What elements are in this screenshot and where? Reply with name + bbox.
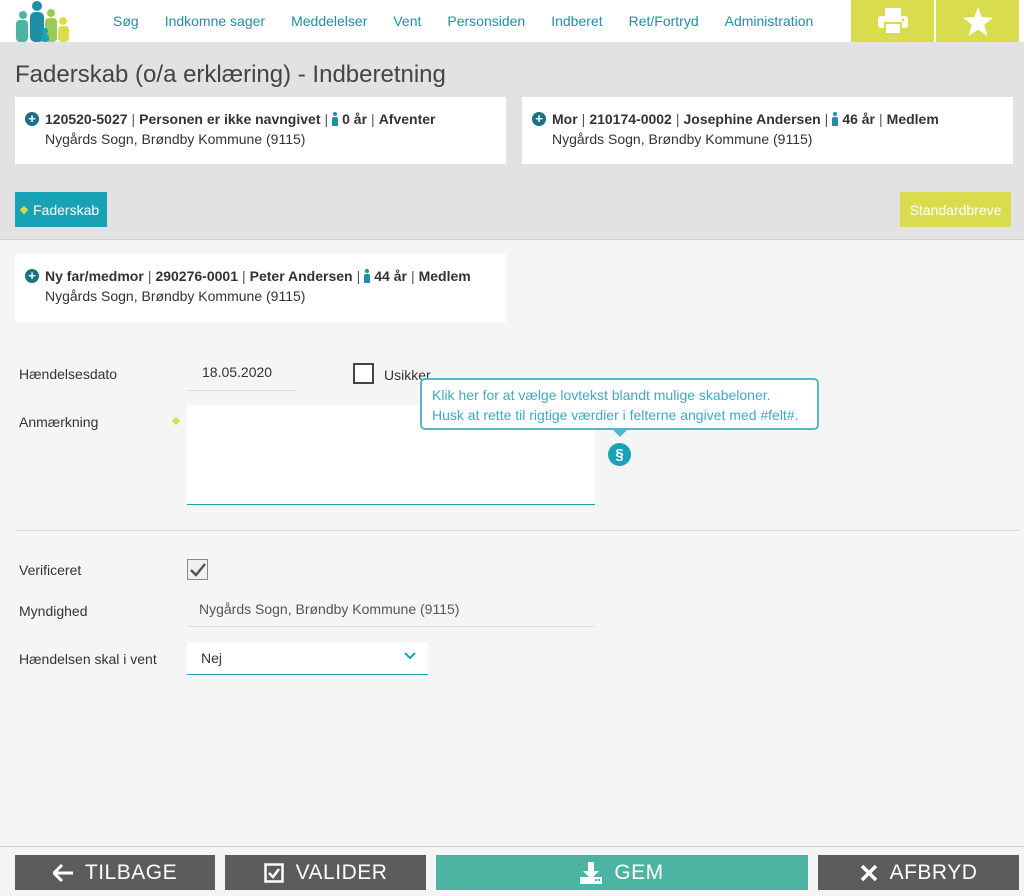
- father-role: Ny far/medmor: [45, 268, 144, 284]
- chevron-down-icon: [404, 652, 416, 660]
- checkmark-icon: [189, 562, 206, 577]
- pending-select-value: Nej: [201, 650, 223, 666]
- person-icon: [332, 112, 339, 126]
- main-nav: Søg Indkomne sager Meddelelser Vent Pers…: [100, 0, 826, 42]
- save-button-label: GEM: [614, 860, 664, 884]
- nav-item-meddelelser[interactable]: Meddelelser: [291, 0, 367, 42]
- nav-item-vent[interactable]: Vent: [393, 0, 421, 42]
- child-cpr[interactable]: 120520-5027: [45, 111, 128, 127]
- father-name: Peter Andersen: [249, 268, 353, 284]
- download-icon: [580, 861, 603, 884]
- template-tooltip: Klik her for at vælge lovtekst blandt mu…: [420, 378, 819, 437]
- remark-label: Anmærkning: [19, 414, 99, 430]
- mother-cpr[interactable]: 210174-0002: [589, 111, 672, 127]
- uncertain-checkbox[interactable]: [353, 363, 374, 384]
- authority-value: Nygårds Sogn, Brøndby Kommune (9115): [187, 595, 595, 627]
- child-age: 0 år: [342, 111, 368, 127]
- close-icon: [860, 864, 878, 882]
- father-person-card: + Ny far/medmor | 290276-0001 | Peter An…: [15, 254, 506, 322]
- paragraph-template-icon[interactable]: §: [608, 443, 631, 466]
- pending-select[interactable]: Nej: [187, 642, 428, 675]
- mother-age: 46 år: [842, 111, 876, 127]
- expand-plus-icon[interactable]: +: [532, 112, 546, 126]
- nav-item-ret-fortryd[interactable]: Ret/Fortryd: [629, 0, 699, 42]
- validate-button[interactable]: VALIDER: [225, 855, 426, 890]
- tooltip-line-1: Klik her for at vælge lovtekst blandt mu…: [432, 387, 771, 403]
- pending-label: Hændelsen skal i vent: [19, 651, 157, 667]
- nav-item-administration[interactable]: Administration: [725, 0, 814, 42]
- expand-plus-icon[interactable]: +: [25, 269, 39, 283]
- nav-item-sog[interactable]: Søg: [113, 0, 139, 42]
- verified-checkbox[interactable]: [187, 559, 208, 580]
- print-button[interactable]: [851, 0, 934, 42]
- case-header: Faderskab (o/a erklæring) - Indberetning…: [0, 42, 1024, 240]
- printer-icon: [877, 8, 908, 34]
- tooltip-line-2: Husk at rette til rigtige værdier i felt…: [432, 407, 799, 423]
- child-status: Afventer: [378, 111, 436, 127]
- arrow-left-icon: [52, 863, 73, 882]
- person-icon: [832, 112, 839, 126]
- favorite-button[interactable]: [936, 0, 1019, 42]
- father-status: Medlem: [418, 268, 471, 284]
- validate-button-label: VALIDER: [295, 860, 388, 884]
- faderskab-tab-label: Faderskab: [33, 201, 100, 218]
- child-address: Nygårds Sogn, Brøndby Kommune (9115): [45, 131, 306, 147]
- nav-item-personsiden[interactable]: Personsiden: [447, 0, 525, 42]
- back-button[interactable]: TILBAGE: [15, 855, 215, 890]
- child-name: Personen er ikke navngivet: [139, 111, 321, 127]
- child-person-card: + 120520-5027 | Personen er ikke navngiv…: [15, 97, 506, 164]
- back-button-label: TILBAGE: [84, 860, 178, 884]
- tooltip-arrow: [612, 429, 628, 437]
- mother-role: Mor: [552, 111, 578, 127]
- mother-name: Josephine Andersen: [683, 111, 821, 127]
- cancel-button-label: AFBRYD: [889, 860, 978, 884]
- father-address: Nygårds Sogn, Brøndby Kommune (9115): [45, 288, 306, 304]
- star-icon: [962, 6, 993, 36]
- person-icon: [364, 269, 371, 283]
- standard-letters-button[interactable]: Standardbreve: [900, 192, 1011, 227]
- father-age: 44 år: [374, 268, 407, 284]
- section-divider: [15, 530, 1019, 531]
- cancel-button[interactable]: AFBRYD: [818, 855, 1019, 890]
- nav-item-indberet[interactable]: Indberet: [551, 0, 602, 42]
- faderskab-tab-button[interactable]: Faderskab: [15, 192, 107, 227]
- mother-status: Medlem: [886, 111, 939, 127]
- mother-address: Nygårds Sogn, Brøndby Kommune (9115): [552, 131, 813, 147]
- family-logo-icon[interactable]: [14, 0, 72, 42]
- expand-plus-icon[interactable]: +: [25, 112, 39, 126]
- diamond-icon: [19, 205, 29, 214]
- checkbox-check-icon: [263, 862, 284, 883]
- page-title: Faderskab (o/a erklæring) - Indberetning: [15, 61, 446, 88]
- authority-label: Myndighed: [19, 603, 88, 619]
- verified-label: Verificeret: [19, 562, 82, 578]
- mother-person-card: + Mor | 210174-0002 | Josephine Andersen…: [522, 97, 1013, 164]
- nav-item-indkomne-sager[interactable]: Indkomne sager: [165, 0, 265, 42]
- father-cpr[interactable]: 290276-0001: [155, 268, 238, 284]
- event-date-label: Hændelsesdato: [19, 366, 118, 382]
- event-date-input[interactable]: 18.05.2020: [187, 357, 297, 391]
- top-navigation-bar: Søg Indkomne sager Meddelelser Vent Pers…: [0, 0, 1024, 42]
- required-diamond-icon: [171, 416, 181, 426]
- save-button[interactable]: GEM: [436, 855, 808, 890]
